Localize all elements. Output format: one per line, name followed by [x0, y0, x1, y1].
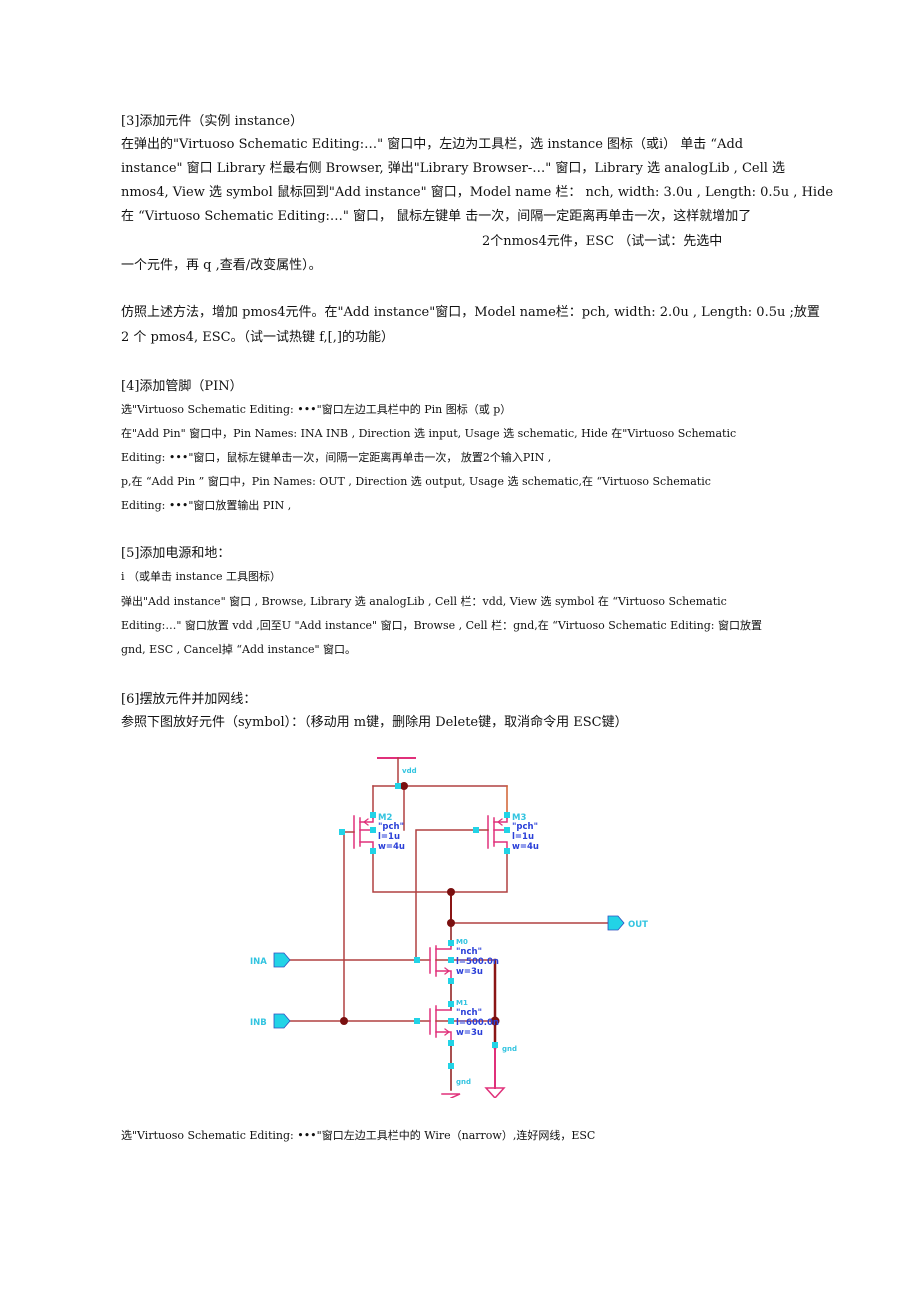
m0-model: "nch"	[456, 947, 482, 957]
vdd-label: vdd	[402, 767, 417, 775]
pmos-m2	[341, 815, 374, 851]
pmos-m3	[475, 815, 508, 851]
section-3-line-1: 在弹出的"Virtuoso Schematic Editing:…" 窗口中，左…	[121, 137, 744, 152]
junction-dot	[447, 888, 455, 896]
out-pin-icon	[607, 915, 625, 931]
pin-square	[448, 978, 454, 984]
pmos-drain-net	[372, 849, 508, 893]
pin-square	[448, 1063, 454, 1069]
pin-square	[414, 1018, 420, 1024]
m1-name: M1	[456, 999, 468, 1007]
junction-dot	[400, 782, 408, 790]
junction-dot	[447, 919, 455, 927]
section-4-line-5: Editing: •••"窗口放置输出 PIN ,	[121, 499, 292, 512]
pin-square	[370, 848, 376, 854]
section-5-line-3: Editing:…" 窗口放置 vdd ,回至U "Add instance" …	[121, 619, 763, 632]
pin-square	[448, 1001, 454, 1007]
gnd-label-2: gnd	[456, 1078, 471, 1086]
section-4-line-2: 在"Add Pin" 窗口中，Pin Names: INA INB , Dire…	[121, 427, 737, 440]
nand2-schematic-figure: INA INB OUT vdd gnd gnd M2 "pch" l=1u w=…	[250, 757, 648, 1098]
pin-square	[370, 827, 376, 833]
m1-width: w=3u	[456, 1028, 483, 1038]
gnd1-symbol	[484, 1087, 506, 1098]
m0-name: M0	[456, 938, 468, 946]
m3-model: "pch"	[512, 822, 538, 832]
junction-dot	[340, 1017, 348, 1025]
pin-square	[473, 827, 479, 833]
section-4-line-1: 选"Virtuoso Schematic Editing: •••"窗口左边工具…	[121, 403, 512, 416]
m2-length: l=1u	[378, 832, 400, 842]
section-6-line-1: 参照下图放好元件（symbol）：（移动用 m键，删除用 Delete键，取消命…	[121, 715, 628, 730]
section-3-line-2: instance" 窗口 Library 栏最右侧 Browser, 弹出"Li…	[121, 161, 786, 176]
section-3-line-5: 2个nmos4元件，ESC （试一试：先选中	[482, 234, 723, 249]
section-3b-line-1: 仿照上述方法，增加 pmos4元件。在"Add instance"窗口，Mode…	[121, 305, 820, 320]
pin-square	[448, 1018, 454, 1024]
section-4-line-3: Editing: •••"窗口，鼠标左键单击一次，间隔一定距离再单击一次， 放置…	[121, 451, 552, 464]
section-5-line-2: 弹出"Add instance" 窗口 , Browse, Library 选 …	[121, 595, 727, 608]
wire-instruction-line: 选"Virtuoso Schematic Editing: •••"窗口左边工具…	[121, 1129, 596, 1142]
pin-square	[448, 1040, 454, 1046]
m1-length: l=600.0n	[456, 1018, 499, 1028]
ina-pin-icon	[273, 952, 291, 968]
inb-gate-wire-m2	[341, 831, 345, 1022]
pin-square	[339, 829, 345, 835]
m3-length: l=1u	[512, 832, 534, 842]
pin-square	[370, 812, 376, 818]
pin-square	[414, 957, 420, 963]
section-3-heading: [3]添加元件（实例 instance）	[121, 114, 304, 129]
inb-label: INB	[250, 1018, 267, 1028]
m1-model: "nch"	[456, 1008, 482, 1018]
m0-length: l=500.0n	[456, 957, 499, 967]
section-3-line-6: 一个元件，再 q ,查看/改变属性）。	[121, 258, 322, 273]
gnd2-symbol	[441, 1093, 461, 1098]
gnd-label-1: gnd	[502, 1045, 517, 1053]
ina-label: INA	[250, 957, 267, 967]
m3-width: w=4u	[512, 842, 539, 852]
pin-square	[504, 848, 510, 854]
section-5-heading: [5]添加电源和地：	[121, 546, 231, 561]
out-label: OUT	[628, 920, 648, 930]
inb-pin-icon	[273, 1013, 291, 1029]
section-3b-line-2: 2 个 pmos4, ESC。（试一试热键 f,[,]的功能）	[121, 330, 394, 345]
section-5-line-1: i （或单击 instance 工具图标）	[121, 570, 281, 583]
pin-square	[504, 812, 510, 818]
m0-width: w=3u	[456, 967, 483, 977]
m2-width: w=4u	[378, 842, 405, 852]
section-3-line-3: nmos4, View 选 symbol 鼠标回到"Add instance" …	[121, 185, 834, 200]
section-4-line-4: p,在 “Add Pin ” 窗口中，Pin Names: OUT , Dire…	[121, 475, 711, 488]
m2-model: "pch"	[378, 822, 404, 832]
section-4-heading: [4]添加管脚（PIN）	[121, 379, 243, 394]
pin-square	[395, 783, 401, 789]
pin-square	[504, 827, 510, 833]
pin-square	[448, 940, 454, 946]
section-6-heading: [6]摆放元件并加网线：	[121, 692, 257, 707]
pin-square	[448, 957, 454, 963]
section-3-line-4: 在 “Virtuoso Schematic Editing:…" 窗口， 鼠标左…	[121, 209, 752, 224]
section-5-line-4: gnd, ESC , Cancel掉 “Add instance" 窗口。	[121, 643, 357, 656]
pin-square	[492, 1042, 498, 1048]
